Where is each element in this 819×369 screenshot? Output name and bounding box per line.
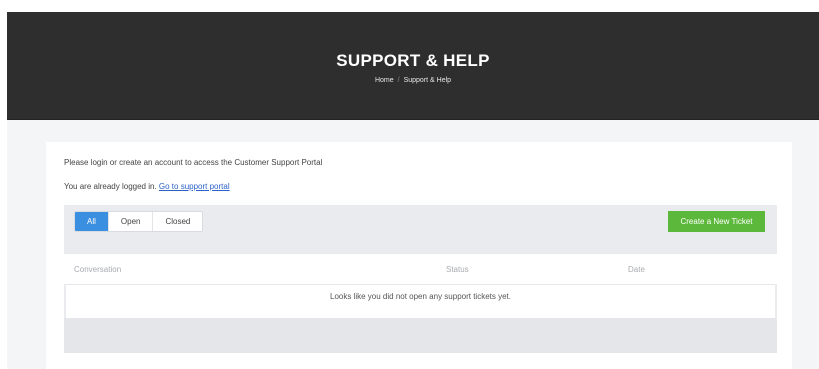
tab-all[interactable]: All: [75, 212, 109, 231]
create-ticket-button[interactable]: Create a New Ticket: [668, 211, 765, 232]
empty-tickets-message: Looks like you did not open any support …: [66, 284, 775, 318]
logged-in-text: You are already logged in.: [64, 182, 157, 191]
ticket-filter-tabs: All Open Closed: [74, 211, 204, 232]
column-status[interactable]: Status: [446, 265, 469, 274]
page-title: SUPPORT & HELP: [336, 51, 490, 70]
breadcrumb: Home / Support & Help: [7, 77, 819, 84]
breadcrumb-separator: /: [397, 77, 400, 84]
column-date[interactable]: Date: [628, 265, 645, 274]
tickets-table-header: Conversation Status Date: [64, 254, 777, 284]
breadcrumb-home-link[interactable]: Home: [375, 77, 394, 84]
page-header: SUPPORT & HELP Home / Support & Help: [7, 12, 819, 120]
tab-closed[interactable]: Closed: [153, 212, 203, 231]
support-portal-link[interactable]: Go to support portal: [159, 182, 230, 191]
logged-in-message: You are already logged in. Go to support…: [64, 182, 230, 191]
tab-open[interactable]: Open: [108, 212, 154, 231]
column-conversation[interactable]: Conversation: [74, 265, 121, 274]
tickets-panel-footer: [64, 318, 777, 353]
login-notice: Please login or create an account to acc…: [64, 158, 323, 167]
breadcrumb-current: Support & Help: [403, 77, 452, 84]
